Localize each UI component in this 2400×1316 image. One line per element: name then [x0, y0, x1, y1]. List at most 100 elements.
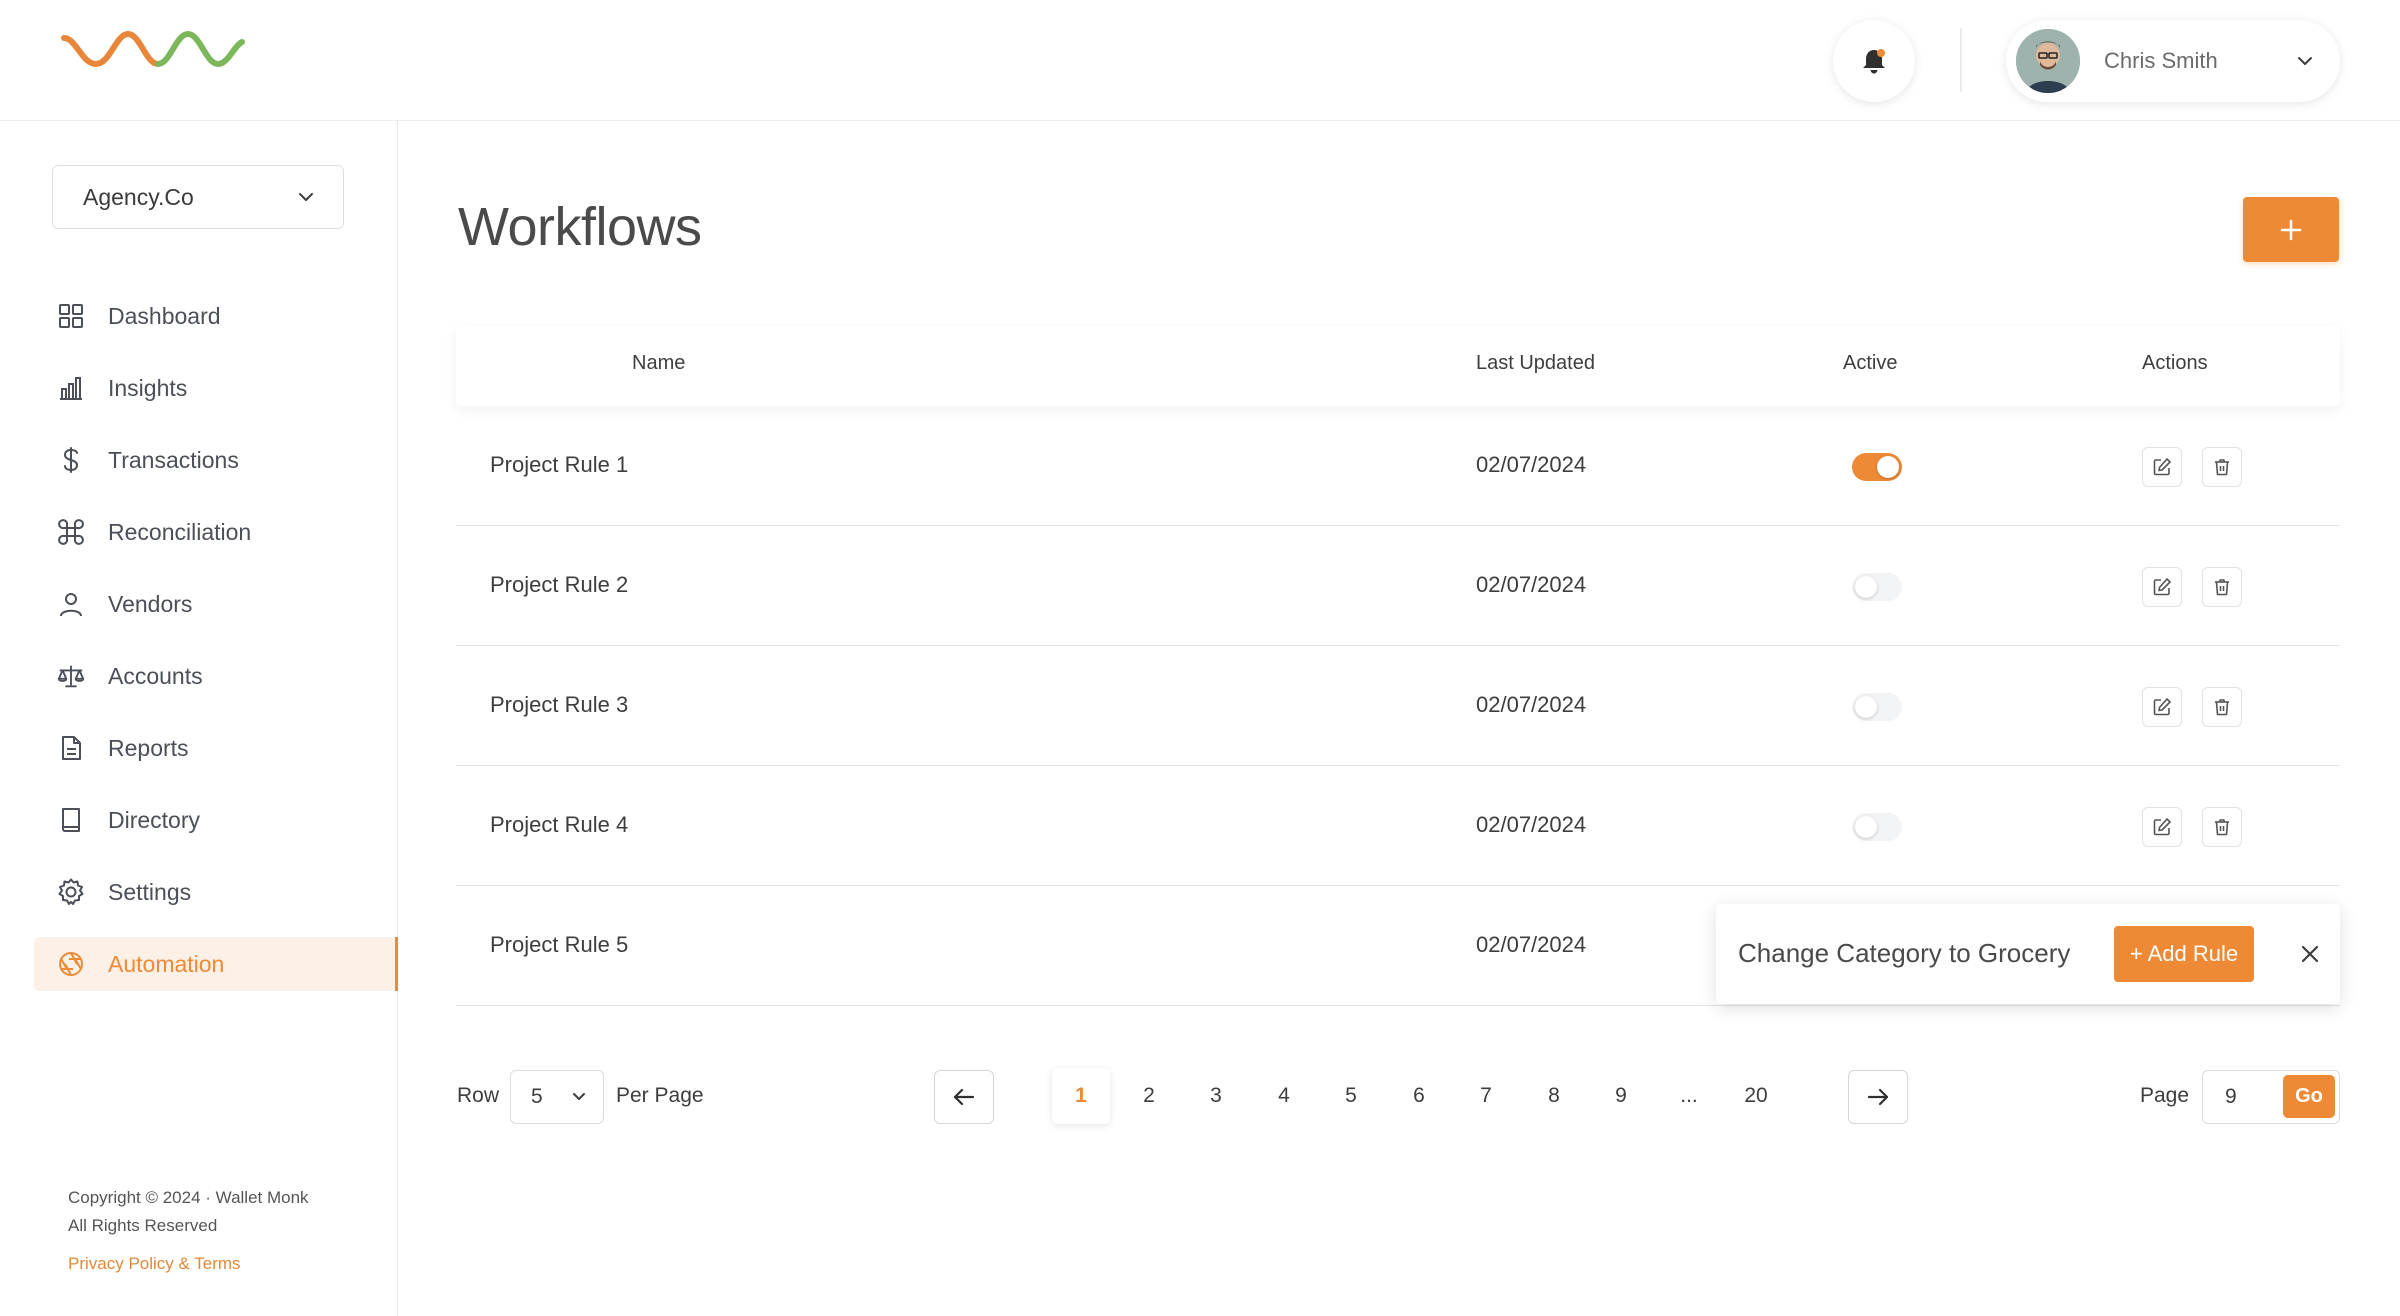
page-8[interactable]: 8	[1525, 1068, 1583, 1124]
page-4[interactable]: 4	[1255, 1068, 1313, 1124]
sidebar-item-vendors[interactable]: Vendors	[34, 577, 398, 631]
user-icon	[60, 593, 82, 617]
page-jump-input[interactable]: 9 Go	[2202, 1070, 2340, 1124]
active-toggle[interactable]	[1852, 693, 1902, 721]
sidebar-item-label: Automation	[108, 950, 225, 977]
add-rule-popup: Change Category to Grocery + Add Rule	[1716, 904, 2340, 1004]
chevron-down-icon	[573, 1093, 585, 1100]
sidebar-item-label: Accounts	[108, 662, 203, 689]
trash-icon	[2215, 459, 2229, 476]
column-header-active[interactable]: Active	[1843, 352, 1897, 375]
page-ellipsis: ...	[1680, 1084, 1698, 1107]
privacy-terms-link[interactable]: Privacy Policy & Terms	[68, 1254, 241, 1274]
active-toggle[interactable]	[1852, 453, 1902, 481]
sidebar-item-directory[interactable]: Directory	[34, 793, 398, 847]
sidebar-item-transactions[interactable]: Transactions	[34, 433, 398, 487]
arrow-right-icon	[1867, 1088, 1889, 1106]
column-header-name[interactable]: Name	[632, 352, 685, 375]
sidebar-item-automation[interactable]: Automation	[34, 937, 398, 991]
sidebar-nav: Dashboard Insights Transactions Reconcil…	[34, 289, 398, 1009]
edit-button[interactable]	[2142, 447, 2182, 487]
edit-button[interactable]	[2142, 567, 2182, 607]
active-toggle[interactable]	[1852, 573, 1902, 601]
go-button[interactable]: Go	[2283, 1075, 2335, 1118]
sidebar: Agency.Co Dashboard Insights Transaction…	[0, 121, 398, 1316]
document-icon	[62, 736, 81, 760]
sidebar-item-insights[interactable]: Insights	[34, 361, 398, 415]
edit-button[interactable]	[2142, 687, 2182, 727]
rule-suggestion-text: Change Category to Grocery	[1738, 938, 2071, 968]
sidebar-item-label: Vendors	[108, 590, 193, 617]
user-name: Chris Smith	[2104, 48, 2218, 73]
rule-last-updated: 02/07/2024	[1476, 932, 1587, 957]
rows-per-page-value: 5	[531, 1085, 543, 1108]
wave-logo-icon[interactable]	[60, 24, 246, 70]
trash-icon	[2215, 819, 2229, 836]
sidebar-item-label: Reports	[108, 734, 189, 761]
rule-name: Project Rule 5	[490, 932, 629, 957]
avatar	[2016, 29, 2080, 93]
top-bar: Chris Smith	[0, 0, 2400, 121]
edit-icon	[2153, 698, 2171, 716]
close-icon	[2301, 945, 2319, 963]
sidebar-item-label: Insights	[108, 374, 188, 401]
table-row: Project Rule 4 02/07/2024	[456, 766, 2340, 886]
page-1[interactable]: 1	[1052, 1068, 1110, 1124]
plus-icon	[2280, 219, 2302, 240]
trash-icon	[2215, 579, 2229, 596]
add-workflow-button[interactable]	[2243, 197, 2339, 262]
rule-last-updated: 02/07/2024	[1476, 812, 1587, 837]
page-2[interactable]: 2	[1120, 1068, 1178, 1124]
page-label: Page	[2140, 1084, 2190, 1107]
page-jump-value: 9	[2225, 1085, 2237, 1108]
delete-button[interactable]	[2202, 807, 2242, 847]
trash-icon	[2215, 699, 2229, 716]
page-7[interactable]: 7	[1457, 1068, 1515, 1124]
prev-page-button[interactable]	[934, 1070, 994, 1124]
edit-icon	[2153, 578, 2171, 596]
header-divider	[1960, 28, 1962, 92]
org-select[interactable]: Agency.Co	[52, 165, 344, 229]
delete-button[interactable]	[2202, 687, 2242, 727]
user-menu[interactable]: Chris Smith	[2006, 20, 2340, 102]
footer-copyright: Copyright © 2024 · Wallet Monk All Right…	[68, 1184, 309, 1240]
copyright-text: Copyright © 2024 · Wallet Monk	[68, 1188, 309, 1207]
delete-button[interactable]	[2202, 567, 2242, 607]
sidebar-item-reconciliation[interactable]: Reconciliation	[34, 505, 398, 559]
per-page-label: Per Page	[616, 1084, 704, 1107]
table-row: Project Rule 1 02/07/2024	[456, 406, 2340, 526]
delete-button[interactable]	[2202, 447, 2242, 487]
rule-last-updated: 02/07/2024	[1476, 692, 1587, 717]
sidebar-item-settings[interactable]: Settings	[34, 865, 398, 919]
edit-button[interactable]	[2142, 807, 2182, 847]
rule-name: Project Rule 1	[490, 452, 629, 477]
chevron-down-icon	[299, 193, 313, 201]
sidebar-item-reports[interactable]: Reports	[34, 721, 398, 775]
sidebar-item-accounts[interactable]: Accounts	[34, 649, 398, 703]
chevron-down-icon	[2298, 57, 2312, 65]
arrow-left-icon	[953, 1088, 975, 1106]
active-toggle[interactable]	[1852, 813, 1902, 841]
sidebar-item-label: Transactions	[108, 446, 239, 473]
sidebar-item-label: Reconciliation	[108, 518, 252, 545]
dollar-icon	[63, 447, 79, 473]
org-select-value: Agency.Co	[83, 183, 194, 210]
edit-icon	[2153, 458, 2171, 476]
page-6[interactable]: 6	[1390, 1068, 1448, 1124]
rights-text: All Rights Reserved	[68, 1216, 218, 1235]
next-page-button[interactable]	[1848, 1070, 1908, 1124]
command-icon	[58, 519, 84, 545]
column-header-last-updated[interactable]: Last Updated	[1476, 352, 1595, 375]
notifications-button[interactable]	[1833, 20, 1915, 102]
page-9[interactable]: 9	[1592, 1068, 1650, 1124]
bar-chart-icon	[60, 377, 82, 400]
page-20[interactable]: 20	[1727, 1068, 1785, 1124]
column-header-actions: Actions	[2142, 352, 2208, 374]
rows-per-page-select[interactable]: 5	[510, 1070, 604, 1124]
close-popup-button[interactable]	[2290, 934, 2330, 974]
bell-icon	[1863, 49, 1885, 74]
page-5[interactable]: 5	[1322, 1068, 1380, 1124]
sidebar-item-dashboard[interactable]: Dashboard	[34, 289, 398, 343]
add-rule-button[interactable]: + Add Rule	[2114, 926, 2254, 982]
page-3[interactable]: 3	[1187, 1068, 1245, 1124]
